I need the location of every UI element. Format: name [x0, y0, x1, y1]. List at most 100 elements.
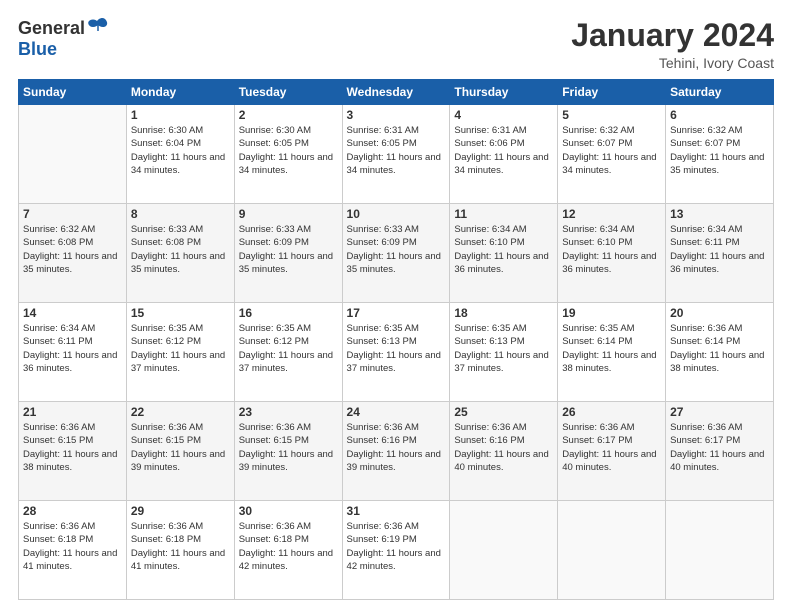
sunrise-text: Sunrise: 6:32 AM — [562, 124, 661, 137]
sunrise-text: Sunrise: 6:36 AM — [239, 520, 338, 533]
day-number: 5 — [562, 108, 661, 122]
day-detail: Sunrise: 6:32 AM Sunset: 6:07 PM Dayligh… — [562, 124, 661, 177]
logo-blue-text: Blue — [18, 39, 57, 60]
daylight-text: Daylight: 11 hours and 38 minutes. — [670, 349, 769, 376]
day-number: 2 — [239, 108, 338, 122]
sunrise-text: Sunrise: 6:35 AM — [454, 322, 553, 335]
sunset-text: Sunset: 6:09 PM — [347, 236, 446, 249]
sunset-text: Sunset: 6:04 PM — [131, 137, 230, 150]
table-row: 16 Sunrise: 6:35 AM Sunset: 6:12 PM Dayl… — [234, 303, 342, 402]
day-detail: Sunrise: 6:36 AM Sunset: 6:16 PM Dayligh… — [454, 421, 553, 474]
daylight-text: Daylight: 11 hours and 38 minutes. — [562, 349, 661, 376]
sunset-text: Sunset: 6:14 PM — [562, 335, 661, 348]
sunrise-text: Sunrise: 6:35 AM — [131, 322, 230, 335]
sunset-text: Sunset: 6:06 PM — [454, 137, 553, 150]
day-detail: Sunrise: 6:36 AM Sunset: 6:14 PM Dayligh… — [670, 322, 769, 375]
day-number: 18 — [454, 306, 553, 320]
table-row — [450, 501, 558, 600]
calendar-subtitle: Tehini, Ivory Coast — [571, 55, 774, 71]
day-detail: Sunrise: 6:32 AM Sunset: 6:08 PM Dayligh… — [23, 223, 122, 276]
day-detail: Sunrise: 6:32 AM Sunset: 6:07 PM Dayligh… — [670, 124, 769, 177]
day-number: 24 — [347, 405, 446, 419]
day-detail: Sunrise: 6:36 AM Sunset: 6:15 PM Dayligh… — [131, 421, 230, 474]
day-detail: Sunrise: 6:36 AM Sunset: 6:16 PM Dayligh… — [347, 421, 446, 474]
table-row: 1 Sunrise: 6:30 AM Sunset: 6:04 PM Dayli… — [126, 105, 234, 204]
sunset-text: Sunset: 6:08 PM — [131, 236, 230, 249]
day-detail: Sunrise: 6:35 AM Sunset: 6:12 PM Dayligh… — [131, 322, 230, 375]
daylight-text: Daylight: 11 hours and 38 minutes. — [23, 448, 122, 475]
th-sunday: Sunday — [19, 80, 127, 105]
daylight-text: Daylight: 11 hours and 35 minutes. — [131, 250, 230, 277]
day-detail: Sunrise: 6:30 AM Sunset: 6:05 PM Dayligh… — [239, 124, 338, 177]
sunset-text: Sunset: 6:16 PM — [454, 434, 553, 447]
sunrise-text: Sunrise: 6:36 AM — [347, 520, 446, 533]
day-number: 12 — [562, 207, 661, 221]
day-number: 14 — [23, 306, 122, 320]
day-detail: Sunrise: 6:34 AM Sunset: 6:11 PM Dayligh… — [670, 223, 769, 276]
daylight-text: Daylight: 11 hours and 34 minutes. — [239, 151, 338, 178]
sunset-text: Sunset: 6:18 PM — [239, 533, 338, 546]
th-friday: Friday — [558, 80, 666, 105]
table-row: 11 Sunrise: 6:34 AM Sunset: 6:10 PM Dayl… — [450, 204, 558, 303]
sunrise-text: Sunrise: 6:36 AM — [131, 421, 230, 434]
daylight-text: Daylight: 11 hours and 40 minutes. — [454, 448, 553, 475]
daylight-text: Daylight: 11 hours and 39 minutes. — [131, 448, 230, 475]
sunrise-text: Sunrise: 6:33 AM — [131, 223, 230, 236]
sunrise-text: Sunrise: 6:33 AM — [347, 223, 446, 236]
day-number: 29 — [131, 504, 230, 518]
daylight-text: Daylight: 11 hours and 39 minutes. — [239, 448, 338, 475]
sunrise-text: Sunrise: 6:36 AM — [23, 520, 122, 533]
day-number: 25 — [454, 405, 553, 419]
sunrise-text: Sunrise: 6:36 AM — [131, 520, 230, 533]
day-detail: Sunrise: 6:36 AM Sunset: 6:17 PM Dayligh… — [562, 421, 661, 474]
day-detail: Sunrise: 6:36 AM Sunset: 6:19 PM Dayligh… — [347, 520, 446, 573]
day-detail: Sunrise: 6:33 AM Sunset: 6:09 PM Dayligh… — [239, 223, 338, 276]
table-row: 29 Sunrise: 6:36 AM Sunset: 6:18 PM Dayl… — [126, 501, 234, 600]
sunset-text: Sunset: 6:17 PM — [562, 434, 661, 447]
table-row: 27 Sunrise: 6:36 AM Sunset: 6:17 PM Dayl… — [666, 402, 774, 501]
day-detail: Sunrise: 6:34 AM Sunset: 6:10 PM Dayligh… — [454, 223, 553, 276]
table-row: 14 Sunrise: 6:34 AM Sunset: 6:11 PM Dayl… — [19, 303, 127, 402]
table-row: 17 Sunrise: 6:35 AM Sunset: 6:13 PM Dayl… — [342, 303, 450, 402]
sunset-text: Sunset: 6:15 PM — [239, 434, 338, 447]
sunset-text: Sunset: 6:13 PM — [347, 335, 446, 348]
daylight-text: Daylight: 11 hours and 36 minutes. — [562, 250, 661, 277]
day-number: 27 — [670, 405, 769, 419]
sunrise-text: Sunrise: 6:36 AM — [454, 421, 553, 434]
sunrise-text: Sunrise: 6:33 AM — [239, 223, 338, 236]
sunrise-text: Sunrise: 6:35 AM — [562, 322, 661, 335]
calendar-week-row: 7 Sunrise: 6:32 AM Sunset: 6:08 PM Dayli… — [19, 204, 774, 303]
page: General Blue January 2024 Tehini, Ivory … — [0, 0, 792, 612]
day-detail: Sunrise: 6:31 AM Sunset: 6:05 PM Dayligh… — [347, 124, 446, 177]
daylight-text: Daylight: 11 hours and 39 minutes. — [347, 448, 446, 475]
day-detail: Sunrise: 6:36 AM Sunset: 6:18 PM Dayligh… — [23, 520, 122, 573]
day-detail: Sunrise: 6:34 AM Sunset: 6:11 PM Dayligh… — [23, 322, 122, 375]
daylight-text: Daylight: 11 hours and 35 minutes. — [670, 151, 769, 178]
daylight-text: Daylight: 11 hours and 36 minutes. — [670, 250, 769, 277]
daylight-text: Daylight: 11 hours and 36 minutes. — [454, 250, 553, 277]
table-row: 12 Sunrise: 6:34 AM Sunset: 6:10 PM Dayl… — [558, 204, 666, 303]
table-row — [666, 501, 774, 600]
calendar-table: Sunday Monday Tuesday Wednesday Thursday… — [18, 79, 774, 600]
sunset-text: Sunset: 6:18 PM — [131, 533, 230, 546]
daylight-text: Daylight: 11 hours and 34 minutes. — [347, 151, 446, 178]
daylight-text: Daylight: 11 hours and 37 minutes. — [454, 349, 553, 376]
daylight-text: Daylight: 11 hours and 36 minutes. — [23, 349, 122, 376]
sunset-text: Sunset: 6:05 PM — [347, 137, 446, 150]
daylight-text: Daylight: 11 hours and 37 minutes. — [131, 349, 230, 376]
daylight-text: Daylight: 11 hours and 42 minutes. — [347, 547, 446, 574]
day-detail: Sunrise: 6:31 AM Sunset: 6:06 PM Dayligh… — [454, 124, 553, 177]
day-number: 19 — [562, 306, 661, 320]
logo-bird-icon — [87, 17, 109, 37]
daylight-text: Daylight: 11 hours and 34 minutes. — [454, 151, 553, 178]
table-row: 26 Sunrise: 6:36 AM Sunset: 6:17 PM Dayl… — [558, 402, 666, 501]
table-row: 18 Sunrise: 6:35 AM Sunset: 6:13 PM Dayl… — [450, 303, 558, 402]
sunrise-text: Sunrise: 6:32 AM — [670, 124, 769, 137]
sunset-text: Sunset: 6:05 PM — [239, 137, 338, 150]
daylight-text: Daylight: 11 hours and 40 minutes. — [670, 448, 769, 475]
table-row: 20 Sunrise: 6:36 AM Sunset: 6:14 PM Dayl… — [666, 303, 774, 402]
sunset-text: Sunset: 6:10 PM — [562, 236, 661, 249]
sunrise-text: Sunrise: 6:34 AM — [562, 223, 661, 236]
th-thursday: Thursday — [450, 80, 558, 105]
day-number: 6 — [670, 108, 769, 122]
